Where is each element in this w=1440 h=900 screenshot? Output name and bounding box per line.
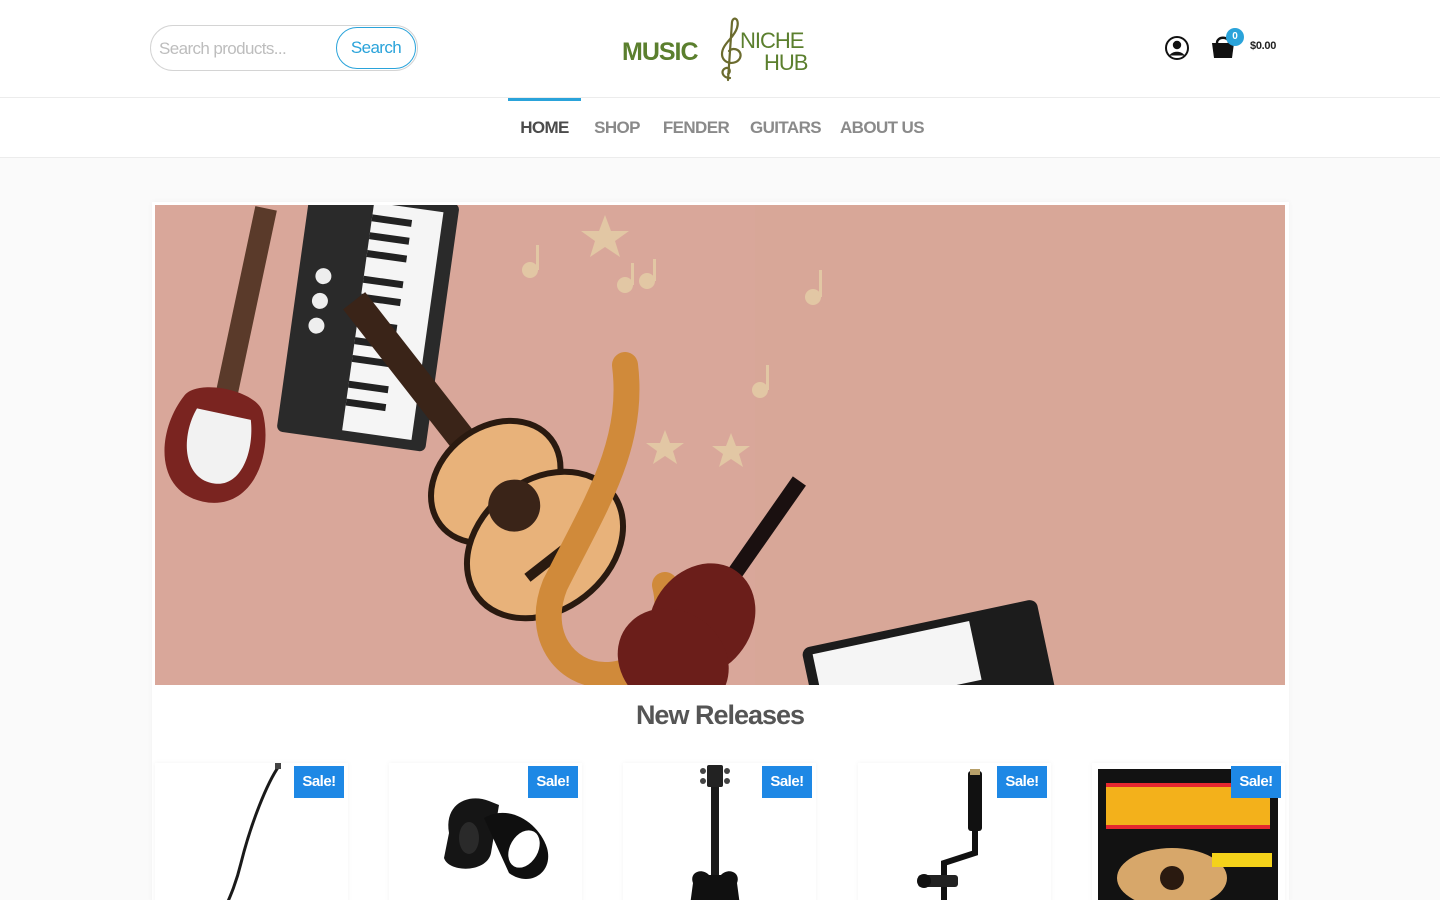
search-input[interactable]	[159, 35, 335, 63]
sale-badge: Sale!	[762, 766, 812, 798]
nav-item-home[interactable]: HOME	[508, 98, 581, 158]
logo-graphic: MUSIC NICHE HUB	[622, 17, 809, 82]
cart-total[interactable]: $0.00	[1250, 40, 1276, 52]
product-card[interactable]: Sale!	[858, 763, 1051, 900]
nav-item-label: GUITARS	[749, 118, 822, 137]
nav-item-label: SHOP	[594, 118, 640, 137]
nav-item-label: FENDER	[662, 118, 730, 137]
treble-clef-icon	[720, 17, 742, 82]
account-icon[interactable]	[1164, 35, 1190, 61]
nav-item-label: ABOUT US	[840, 118, 925, 137]
site-header: Search MUSIC NICHE HUB 0 $0.00	[0, 0, 1440, 98]
nav-item-fender[interactable]: FENDER	[662, 98, 730, 158]
nav-item-label: HOME	[520, 118, 569, 137]
nav-item-shop[interactable]: SHOP	[592, 98, 642, 158]
active-indicator	[508, 98, 581, 101]
sale-badge: Sale!	[294, 766, 344, 798]
hero-banner	[155, 205, 1285, 685]
nav-item-guitars[interactable]: GUITARS	[749, 98, 822, 158]
sale-badge: Sale!	[1231, 766, 1281, 798]
logo-text-bottom: HUB	[764, 50, 808, 75]
cart-count-badge[interactable]: 0	[1226, 28, 1244, 46]
section-title: New Releases	[635, 700, 805, 730]
search-button[interactable]: Search	[336, 27, 416, 69]
sale-badge: Sale!	[997, 766, 1047, 798]
site-logo[interactable]: MUSIC NICHE HUB	[618, 14, 824, 82]
sale-badge: Sale!	[528, 766, 578, 798]
product-card[interactable]: Sale!	[1092, 763, 1285, 900]
nav-item-about-us[interactable]: ABOUT US	[840, 98, 925, 158]
product-card[interactable]: Sale!	[623, 763, 816, 900]
logo-text-main: MUSIC	[622, 38, 699, 66]
product-card[interactable]: Sale!	[155, 763, 348, 900]
product-card[interactable]: Sale!	[389, 763, 582, 900]
hero-image	[155, 205, 1285, 685]
search-form: Search	[150, 25, 418, 71]
main-navigation: HOME SHOP FENDER GUITARS ABOUT US	[0, 98, 1440, 158]
